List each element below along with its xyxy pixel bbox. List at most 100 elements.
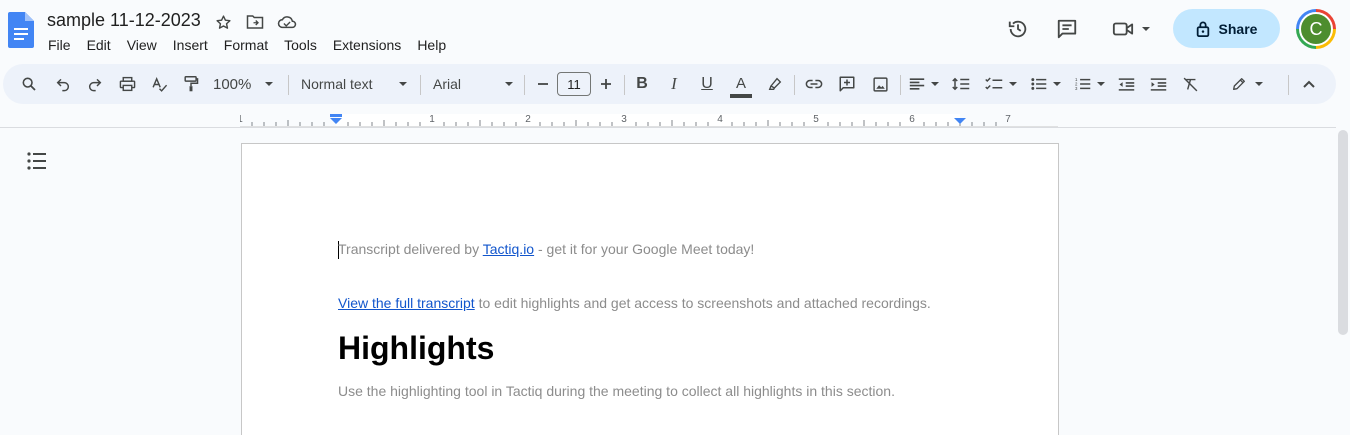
font-size-value: 11	[557, 72, 591, 96]
transcript-line: View the full transcript to edit highlig…	[338, 295, 931, 311]
ruler-label: 6	[909, 114, 915, 125]
spelling-check-icon[interactable]	[147, 64, 171, 104]
ruler-label: 1	[240, 114, 243, 125]
line-spacing-icon[interactable]	[949, 64, 973, 104]
add-comment-icon[interactable]	[835, 64, 859, 104]
toolbar-divider	[1288, 75, 1289, 95]
highlight-color-icon[interactable]	[763, 64, 787, 104]
version-history-icon[interactable]	[1001, 12, 1035, 46]
menu-file[interactable]: File	[40, 36, 79, 54]
menu-tools[interactable]: Tools	[276, 36, 325, 54]
meet-video-icon[interactable]	[1106, 12, 1156, 46]
clear-formatting-icon[interactable]	[1178, 64, 1202, 104]
undo-icon[interactable]	[51, 64, 75, 104]
numbered-list-select[interactable]: 123	[1070, 64, 1110, 104]
font-family-value: Arial	[433, 76, 462, 92]
canvas-divider	[0, 127, 1336, 128]
underline-icon[interactable]: U	[696, 64, 718, 104]
menu-insert[interactable]: Insert	[165, 36, 216, 54]
highlights-description: Use the highlighting tool in Tactiq duri…	[338, 383, 895, 399]
transcript-suffix: to edit highlights and get access to scr…	[474, 295, 931, 311]
insert-image-icon[interactable]	[868, 64, 892, 104]
toolbar-divider	[794, 75, 795, 95]
increase-font-size-icon[interactable]	[595, 64, 617, 104]
document-outline-icon[interactable]	[26, 150, 48, 172]
redo-icon[interactable]	[83, 64, 107, 104]
vertical-scrollbar[interactable]	[1338, 130, 1348, 335]
menu-view[interactable]: View	[119, 36, 165, 54]
text-color-icon[interactable]: A	[728, 64, 754, 104]
font-family-select[interactable]: Arial	[433, 64, 513, 104]
decrease-font-size-icon[interactable]	[533, 64, 553, 104]
account-avatar[interactable]: C	[1296, 9, 1336, 49]
document-title[interactable]: sample 11-12-2023	[47, 10, 201, 31]
toolbar-divider	[420, 75, 421, 95]
comments-icon[interactable]	[1050, 12, 1084, 46]
highlights-heading: Highlights	[338, 330, 495, 366]
cloud-status-icon[interactable]	[277, 12, 297, 32]
paragraph-style-value: Normal text	[301, 76, 373, 92]
checklist-icon	[985, 77, 1003, 90]
share-button[interactable]: Share	[1173, 9, 1280, 48]
ruler-label: 3	[621, 114, 627, 125]
horizontal-ruler[interactable]: 1 1 2 3 4 5 6 7	[240, 112, 1058, 128]
docs-icon[interactable]	[8, 12, 34, 48]
pencil-icon	[1233, 78, 1245, 90]
numbered-list-icon: 123	[1075, 77, 1091, 91]
ruler-label: 1	[429, 114, 435, 125]
align-select[interactable]	[906, 64, 942, 104]
avatar-letter: C	[1299, 12, 1333, 46]
font-size-input[interactable]: 11	[556, 64, 592, 104]
bold-icon[interactable]: B	[631, 64, 653, 104]
bulleted-list-select[interactable]	[1026, 64, 1066, 104]
italic-icon[interactable]: I	[663, 64, 685, 104]
toolbar-divider	[288, 75, 289, 95]
chevron-down-icon	[1255, 82, 1263, 86]
lock-icon	[1196, 21, 1209, 37]
align-left-icon	[909, 78, 925, 90]
paint-format-icon[interactable]	[179, 64, 203, 104]
insert-link-icon[interactable]	[802, 64, 826, 104]
search-menus-icon[interactable]	[17, 64, 41, 104]
ruler-label: 4	[717, 114, 723, 125]
ruler-label: 5	[813, 114, 819, 125]
menu-extensions[interactable]: Extensions	[325, 36, 409, 54]
tactiq-link[interactable]: Tactiq.io	[483, 241, 534, 257]
menu-format[interactable]: Format	[216, 36, 276, 54]
intro-line: Transcript delivered by Tactiq.io - get …	[338, 241, 754, 257]
document-page[interactable]: Transcript delivered by Tactiq.io - get …	[241, 143, 1059, 435]
toolbar-divider	[900, 75, 901, 95]
zoom-select[interactable]: 100%	[213, 64, 279, 104]
chevron-down-icon	[505, 82, 513, 86]
checklist-select[interactable]	[981, 64, 1021, 104]
chevron-down-icon	[1053, 82, 1061, 86]
ruler-label: 7	[1005, 114, 1011, 125]
chevron-down-icon	[1009, 82, 1017, 86]
menu-help[interactable]: Help	[409, 36, 454, 54]
zoom-value: 100%	[213, 75, 252, 93]
svg-text:3: 3	[1075, 86, 1078, 91]
move-to-folder-icon[interactable]	[245, 12, 265, 32]
chevron-down-icon	[265, 82, 274, 86]
chevron-down-icon	[931, 82, 939, 86]
star-icon[interactable]	[213, 12, 233, 32]
editing-mode-select[interactable]	[1227, 64, 1267, 104]
intro-suffix: - get it for your Google Meet today!	[534, 241, 755, 257]
increase-indent-icon[interactable]	[1146, 64, 1170, 104]
full-transcript-link[interactable]: View the full transcript	[338, 295, 475, 311]
formatting-toolbar: 100% Normal text Arial 11 B I U A 1 2 3	[3, 64, 1336, 104]
toolbar-divider	[524, 75, 525, 95]
ruler-label: 2	[525, 114, 531, 125]
bulleted-list-icon	[1031, 78, 1047, 90]
menu-edit[interactable]: Edit	[79, 36, 119, 54]
intro-prefix: Transcript delivered by	[338, 241, 483, 257]
chevron-down-icon	[1097, 82, 1105, 86]
print-icon[interactable]	[115, 64, 139, 104]
paragraph-style-select[interactable]: Normal text	[301, 64, 407, 104]
menu-bar: File Edit View Insert Format Tools Exten…	[40, 36, 454, 54]
toolbar-divider	[624, 75, 625, 95]
hide-menus-icon[interactable]	[1297, 64, 1321, 104]
chevron-down-icon	[399, 82, 407, 86]
decrease-indent-icon[interactable]	[1114, 64, 1138, 104]
share-label: Share	[1218, 20, 1258, 37]
